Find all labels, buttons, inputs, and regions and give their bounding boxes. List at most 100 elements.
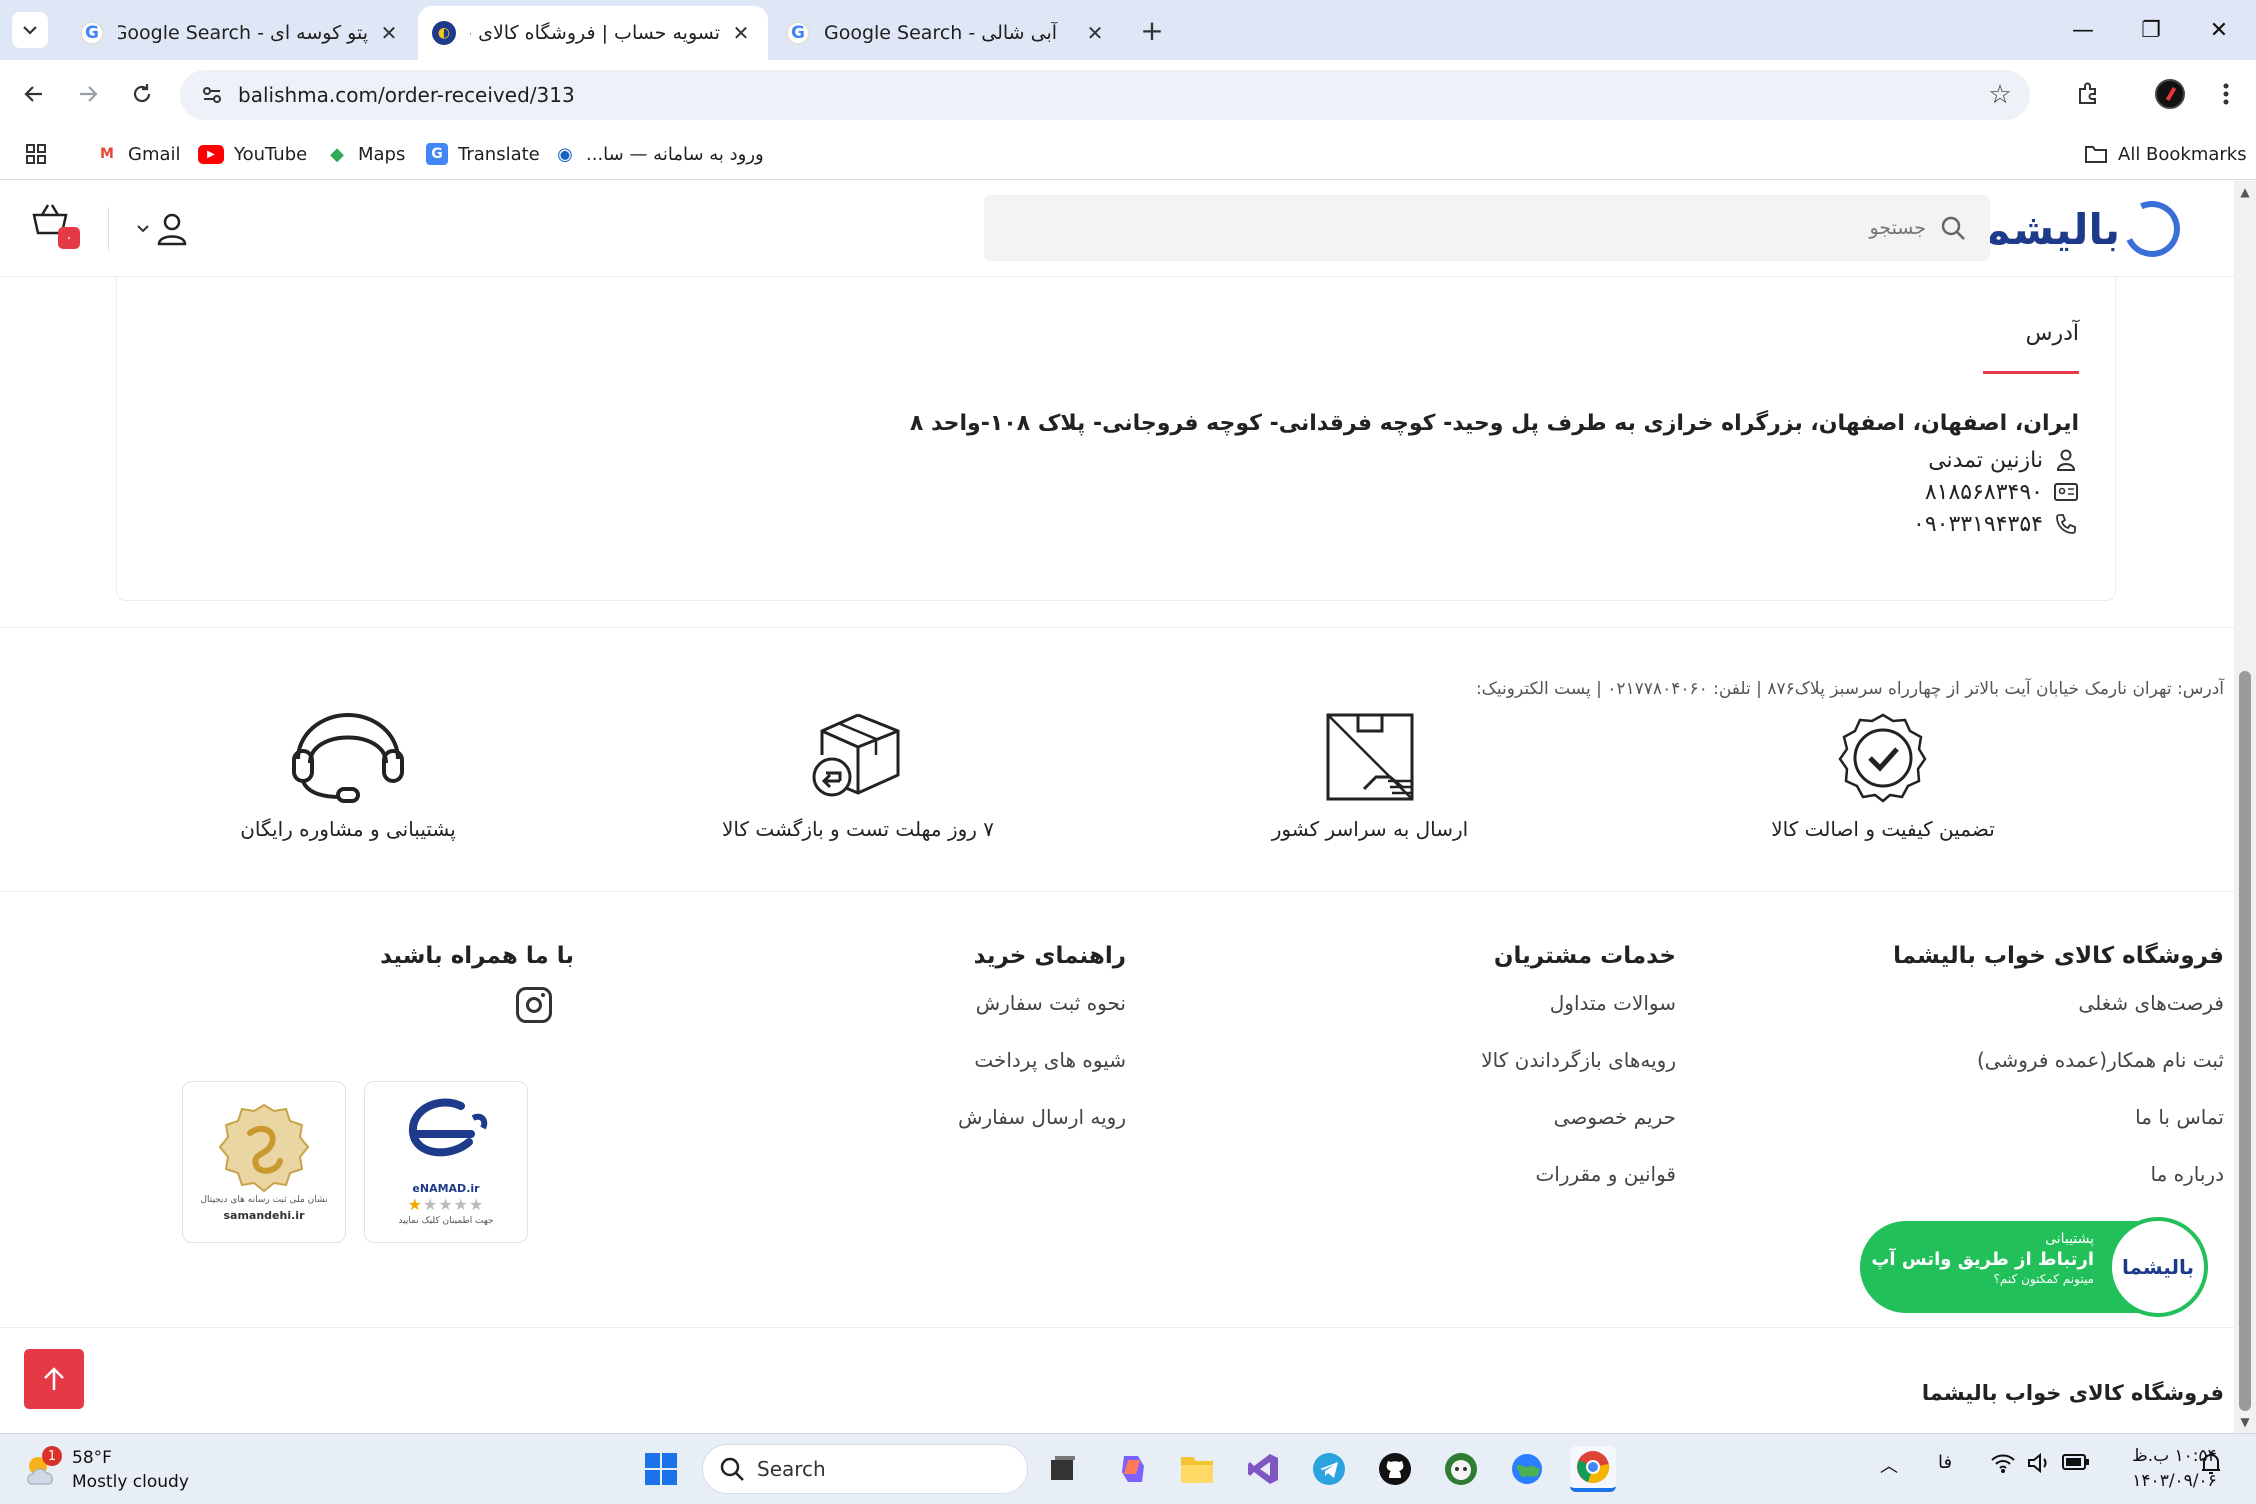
- bookmark-translate[interactable]: G Translate: [426, 138, 540, 170]
- scroll-down-arrow-icon[interactable]: ▼: [2234, 1411, 2256, 1433]
- url-text[interactable]: balishma.com/order-received/313: [238, 83, 1978, 107]
- feature-label: ارسال به سراسر کشور: [1271, 817, 1469, 841]
- globe-icon: ◉: [557, 143, 573, 165]
- footer-link-returns[interactable]: رویه‌های بازگرداندن کالا: [1481, 1048, 1676, 1105]
- taskbar-copilot[interactable]: [1110, 1446, 1156, 1492]
- windows-taskbar: 1 58°F Mostly cloudy Search ︿ فا ۱۰:۵۴ ب…: [0, 1433, 2256, 1504]
- footer-link-payment-methods[interactable]: شیوه های پرداخت: [958, 1048, 1126, 1105]
- cart-button[interactable]: ۰: [30, 201, 86, 257]
- taskbar-earth-app[interactable]: [1504, 1446, 1550, 1492]
- language-indicator[interactable]: فا: [1938, 1452, 1952, 1473]
- anime-app-icon: [1445, 1453, 1477, 1485]
- site-search[interactable]: [984, 195, 1990, 261]
- arrow-left-icon: [24, 86, 42, 102]
- scroll-to-top-button[interactable]: [24, 1349, 84, 1409]
- scrollbar-thumb[interactable]: [2239, 671, 2251, 1411]
- footer-link-privacy[interactable]: حریم خصوصی: [1481, 1105, 1676, 1162]
- page-scrollbar[interactable]: ▲ ▼: [2234, 181, 2256, 1433]
- return-box-icon: [812, 713, 900, 797]
- restore-button[interactable]: ❐: [2118, 0, 2184, 60]
- gmail-icon: M: [100, 146, 114, 162]
- tab-search-button[interactable]: [12, 12, 48, 48]
- footer-link-terms[interactable]: قوانین و مقررات: [1481, 1162, 1676, 1219]
- enamad-logo-icon: [409, 1098, 488, 1157]
- reload-icon: [133, 84, 151, 103]
- site-logo[interactable]: بالیشما: [1969, 193, 2188, 265]
- close-tab-icon[interactable]: ✕: [728, 20, 754, 46]
- footer-link-how-to-order[interactable]: نحوه ثبت سفارش: [958, 991, 1126, 1048]
- footer-link-shipping-policy[interactable]: رویه ارسال سفارش: [958, 1105, 1126, 1162]
- search-input[interactable]: [1226, 217, 1926, 239]
- new-tab-button[interactable]: +: [1136, 14, 1168, 47]
- taskbar-search[interactable]: Search: [702, 1444, 1028, 1494]
- copilot-icon: [1122, 1456, 1144, 1482]
- instagram-icon[interactable]: [516, 987, 552, 1023]
- site-info-icon[interactable]: [192, 84, 232, 106]
- phone-number: ۰۹۰۳۳۱۹۴۳۵۴: [1913, 511, 2043, 537]
- whatsapp-logo-text: بالیشما: [2122, 1255, 2194, 1279]
- taskbar-app[interactable]: [1438, 1446, 1484, 1492]
- apps-button[interactable]: [24, 138, 48, 170]
- taskbar-github[interactable]: [1372, 1446, 1418, 1492]
- whatsapp-line2: ارتباط از طریق واتس آپ: [1871, 1249, 2094, 1270]
- whatsapp-support-banner[interactable]: بالیشما پشتیبانی ارتباط از طریق واتس آپ …: [1860, 1217, 2208, 1317]
- taskbar-search-label: Search: [757, 1457, 826, 1481]
- bookmark-maps[interactable]: ◆ Maps: [326, 138, 405, 170]
- task-view-icon: [1051, 1456, 1075, 1480]
- bookmark-label: Translate: [458, 143, 540, 165]
- bookmark-star-icon[interactable]: ☆: [1978, 80, 2022, 110]
- footer-link-jobs[interactable]: فرصت‌های شغلی: [1893, 991, 2224, 1048]
- forward-button[interactable]: [68, 74, 108, 114]
- footer-bottom-title: فروشگاه کالای خواب بالیشما: [1921, 1381, 2224, 1405]
- close-window-button[interactable]: ✕: [2186, 0, 2252, 60]
- footer-link-faq[interactable]: سوالات متداول: [1481, 991, 1676, 1048]
- weather-temp: 58°F: [72, 1448, 112, 1468]
- footer-link-about[interactable]: درباره ما: [1893, 1162, 2224, 1219]
- whatsapp-logo: بالیشما: [2108, 1217, 2208, 1317]
- avatar: [2155, 79, 2185, 109]
- address-bar[interactable]: balishma.com/order-received/313 ☆: [180, 70, 2030, 120]
- scroll-up-arrow-icon[interactable]: ▲: [2234, 181, 2256, 203]
- tray-overflow-chevron-icon[interactable]: ︿: [1880, 1452, 1898, 1478]
- tab-strip: G پتو کوسه ای - Google Search ✕ ◐ تسویه …: [0, 0, 2256, 60]
- tab-google-search-2[interactable]: G آبی شالی - Google Search ✕: [772, 6, 1122, 60]
- arrow-right-icon: [80, 86, 98, 102]
- site-header: بالیشما ۰: [0, 181, 2234, 277]
- taskbar-telegram[interactable]: [1306, 1446, 1352, 1492]
- wifi-icon[interactable]: [1990, 1452, 2016, 1479]
- extensions-button[interactable]: [2068, 74, 2108, 114]
- menu-button[interactable]: [2206, 74, 2246, 114]
- start-button[interactable]: [638, 1446, 684, 1492]
- task-view-button[interactable]: [1040, 1446, 1086, 1492]
- volume-icon[interactable]: [2026, 1452, 2052, 1479]
- weather-widget[interactable]: 1 58°F Mostly cloudy: [22, 1442, 189, 1498]
- battery-icon[interactable]: [2062, 1452, 2090, 1477]
- enamad-badge[interactable]: eNAMAD.ir ★★★★★ جهت اطمینان کلیک نمایید: [364, 1081, 528, 1243]
- footer-link-partner-signup[interactable]: ثبت نام همکار(عمده فروشی): [1893, 1048, 2224, 1105]
- github-icon: [1379, 1453, 1411, 1485]
- bookmark-gmail[interactable]: M Gmail: [96, 138, 180, 170]
- taskbar-file-explorer[interactable]: [1174, 1446, 1220, 1492]
- tab-google-search-1[interactable]: G پتو کوسه ای - Google Search ✕: [66, 6, 416, 60]
- close-tab-icon[interactable]: ✕: [376, 20, 402, 46]
- taskbar-visual-studio[interactable]: [1240, 1446, 1286, 1492]
- footer-column-customer-service: خدمات مشتریان سوالات متداول رویه‌های باز…: [1481, 943, 1676, 1219]
- account-menu-button[interactable]: [136, 207, 188, 251]
- taskbar-chrome[interactable]: [1570, 1446, 1616, 1492]
- address-line: ایران، اصفهان، اصفهان، بزرگراه خرازی به …: [909, 411, 2079, 436]
- profile-button[interactable]: [2150, 74, 2190, 114]
- footer-link-contact[interactable]: تماس با ما: [1893, 1105, 2224, 1162]
- samandehi-text: samandehi.ir: [223, 1208, 305, 1222]
- tab-balishma[interactable]: ◐ تسویه حساب | فروشگاه کالای خواب ✕: [418, 6, 768, 60]
- bookmark-portal[interactable]: ◉ ورود به سامانه — سا...: [554, 138, 764, 170]
- bookmark-youtube[interactable]: ▶ YouTube: [198, 138, 307, 170]
- all-bookmarks-button[interactable]: All Bookmarks: [2084, 138, 2247, 170]
- back-button[interactable]: [14, 74, 54, 114]
- close-tab-icon[interactable]: ✕: [1082, 20, 1108, 46]
- samandehi-badge[interactable]: نشان ملی ثبت رسانه های دیجیتال samandehi…: [182, 1081, 346, 1243]
- reload-button[interactable]: [122, 74, 162, 114]
- recipient-name: نازنین تمدنی: [1928, 447, 2043, 473]
- feature-nationwide-shipping: ارسال به سراسر کشور: [1200, 711, 1540, 841]
- notification-bell-icon[interactable]: [2200, 1452, 2222, 1481]
- minimize-button[interactable]: —: [2050, 0, 2116, 60]
